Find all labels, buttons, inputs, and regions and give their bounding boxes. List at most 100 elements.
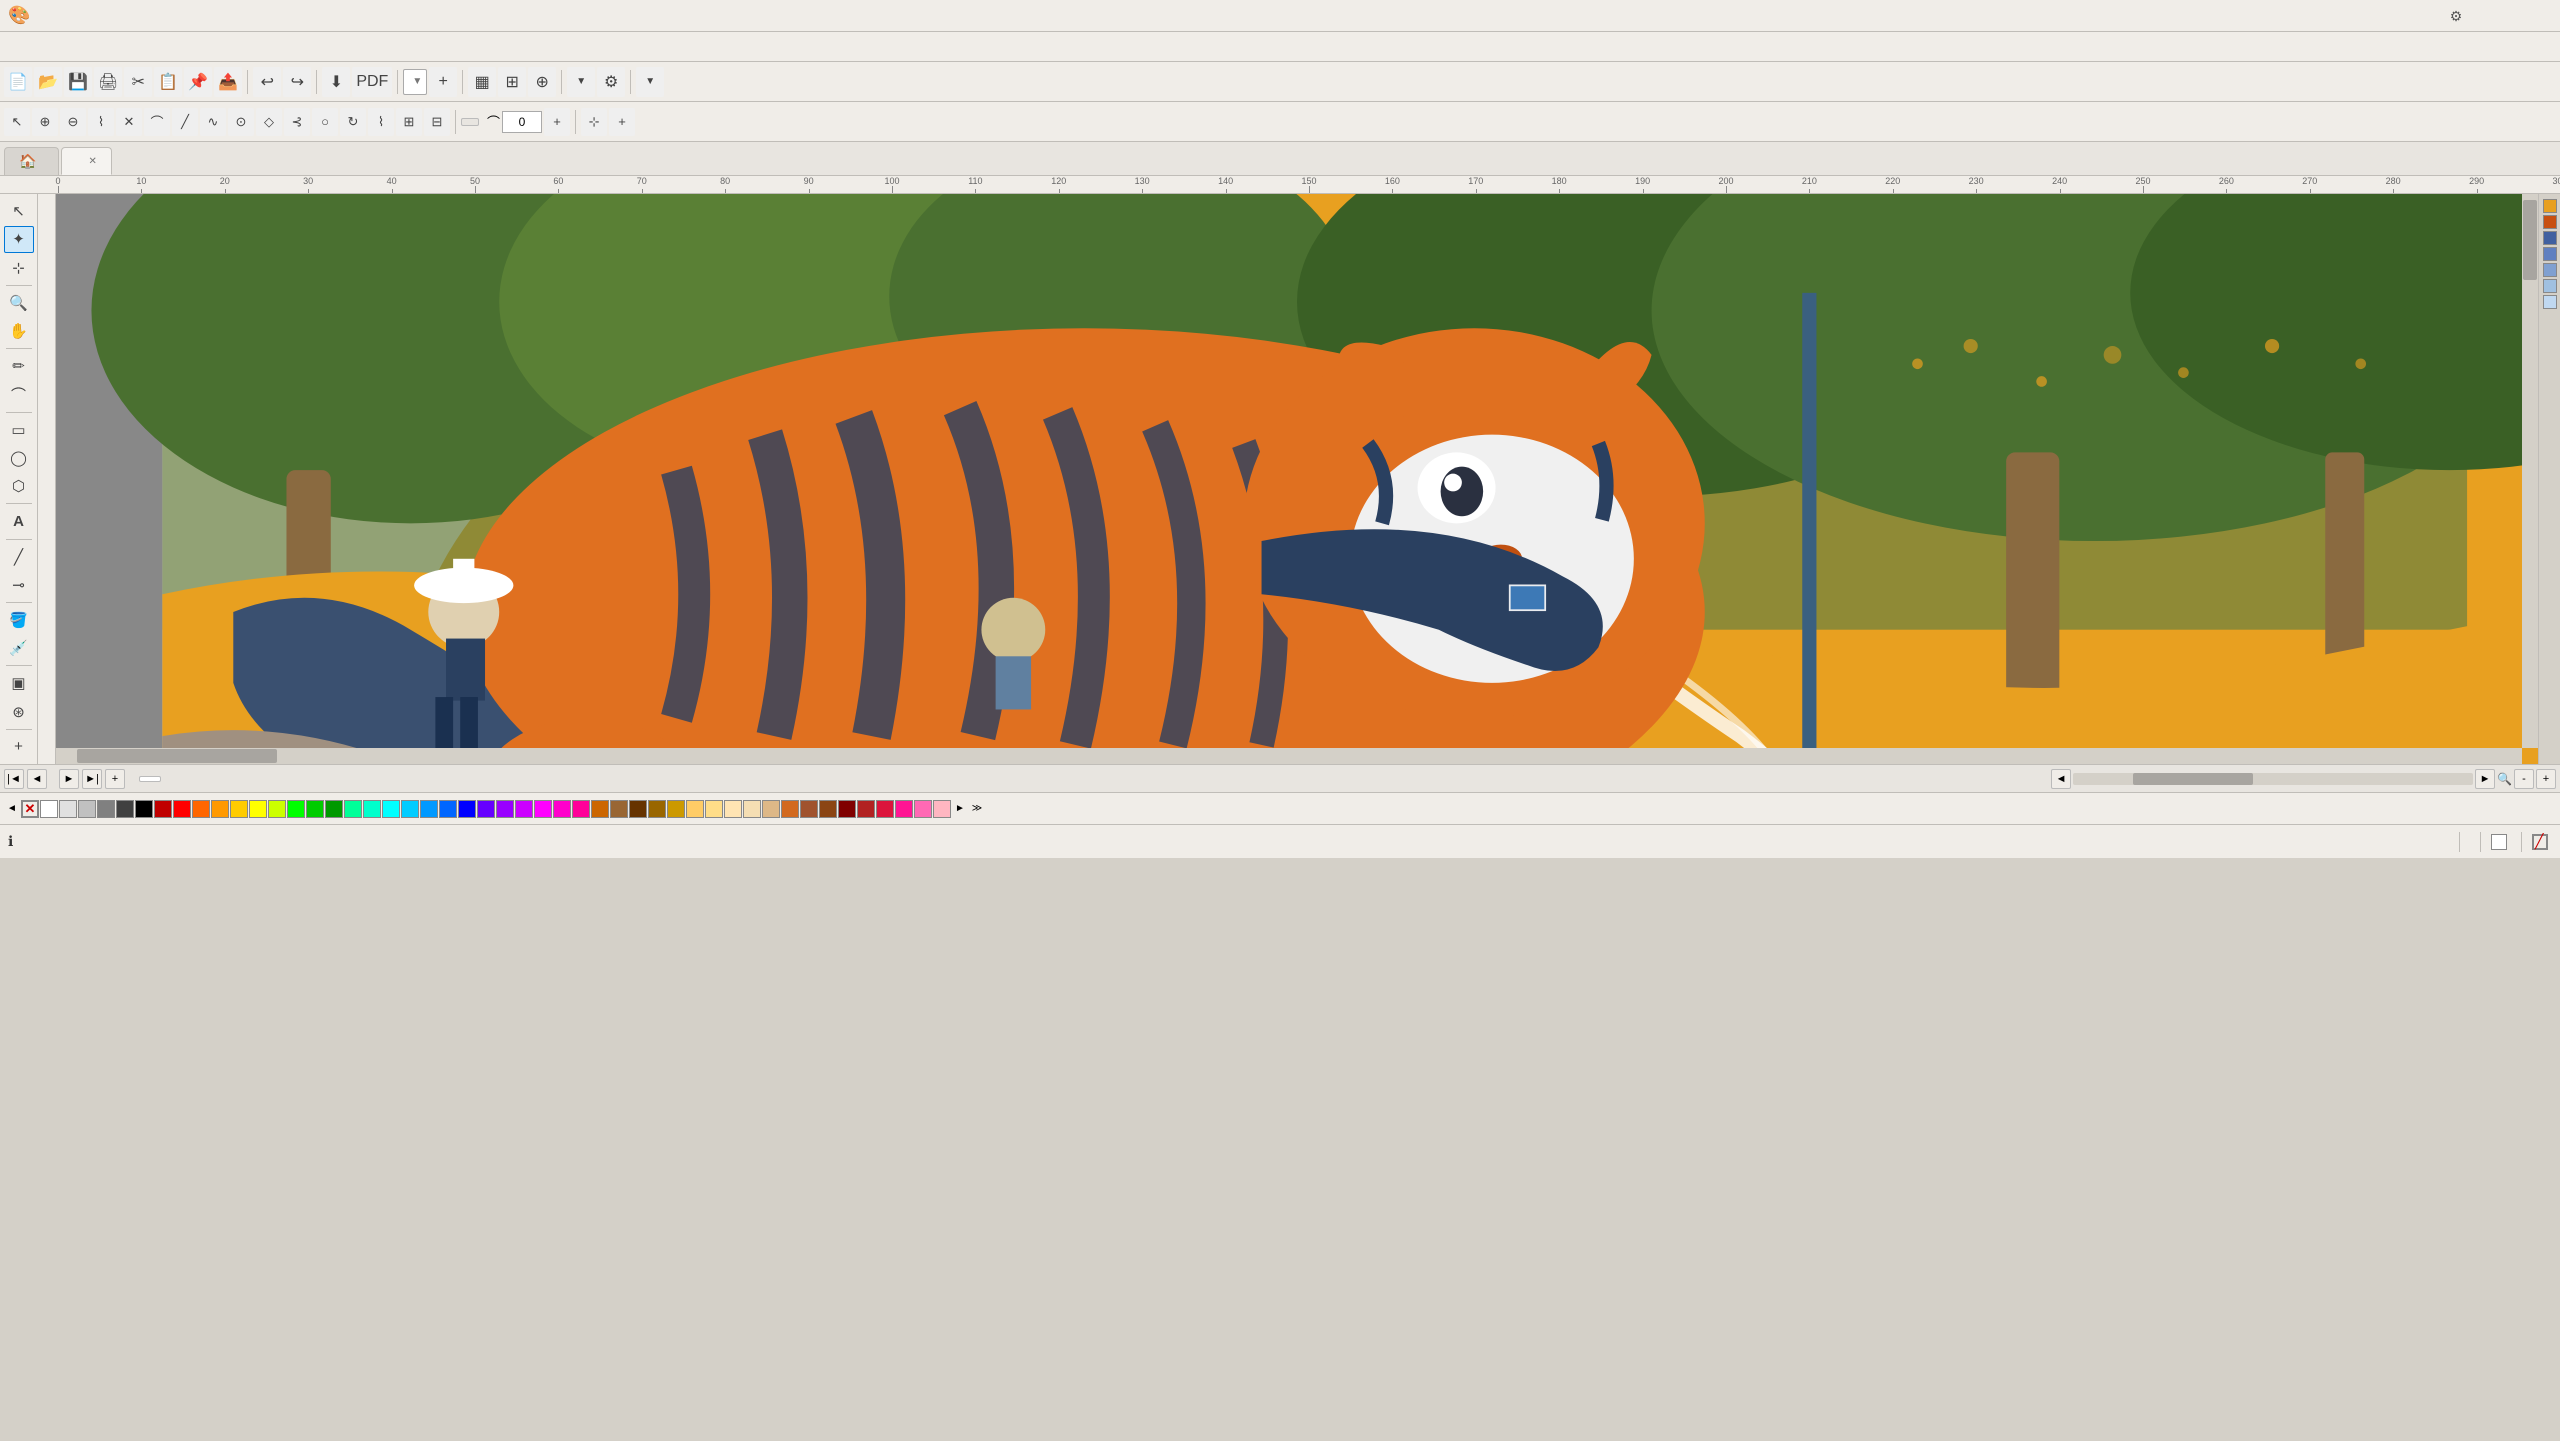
scroll-left-button[interactable]: ◄ (2051, 769, 2071, 789)
settings-button[interactable]: ⚙ (597, 67, 625, 97)
swatch-red-2[interactable] (173, 800, 191, 818)
right-swatch-3[interactable] (2543, 231, 2557, 245)
rectangle-tool-button[interactable]: ▭ (4, 417, 34, 443)
minimize-button[interactable] (2472, 4, 2496, 28)
page-1-tab[interactable] (139, 776, 161, 782)
add-tool-button[interactable]: + (4, 734, 34, 760)
menu-text[interactable] (172, 43, 196, 51)
node-add-button[interactable]: ⊕ (32, 108, 58, 136)
segment-align-button[interactable]: ⊞ (396, 108, 422, 136)
outline-indicator[interactable]: ╱ (2532, 834, 2552, 850)
swatch-black[interactable] (135, 800, 153, 818)
zoom-tool-button[interactable]: 🔍 (4, 290, 34, 316)
paste-button[interactable]: 📌 (184, 67, 212, 97)
node-remove-button[interactable]: ⊖ (60, 108, 86, 136)
swatch-magenta-1[interactable] (534, 800, 552, 818)
extend-curve-button[interactable]: ⌇ (368, 108, 394, 136)
menu-effects[interactable] (124, 43, 148, 51)
swatch-dark-gray[interactable] (116, 800, 134, 818)
new-button[interactable]: 📄 (4, 67, 32, 97)
right-swatch-7[interactable] (2543, 295, 2557, 309)
menu-object[interactable] (100, 43, 124, 51)
no-fill-swatch[interactable]: ✕ (21, 800, 39, 818)
swatch-crimson[interactable] (876, 800, 894, 818)
save-button[interactable]: 💾 (64, 67, 92, 97)
swatch-red-1[interactable] (154, 800, 172, 818)
right-swatch-2[interactable] (2543, 215, 2557, 229)
h-scroll-track[interactable] (2073, 773, 2473, 785)
fill-tool-button[interactable]: 🪣 (4, 607, 34, 633)
swatch-teal-2[interactable] (363, 800, 381, 818)
swatch-saddlebrown[interactable] (819, 800, 837, 818)
horizontal-scrollbar-thumb[interactable] (77, 749, 277, 763)
right-swatch-6[interactable] (2543, 279, 2557, 293)
tab-file[interactable]: ✕ (61, 147, 111, 175)
select-tool-button[interactable]: ↖ (4, 198, 34, 224)
select-all-nodes-button[interactable]: ↖ (4, 108, 30, 136)
palette-scroll-left[interactable]: ◄ (4, 800, 20, 818)
node-cusp-button[interactable]: ◇ (256, 108, 282, 136)
page-next-button[interactable]: ► (59, 769, 79, 789)
reduce-nodes-button[interactable] (461, 118, 479, 126)
menu-table[interactable] (196, 43, 220, 51)
launch-button[interactable]: ▼ (636, 67, 664, 97)
swatch-gold-2[interactable] (667, 800, 685, 818)
cut-button[interactable]: ✂ (124, 67, 152, 97)
swatch-yellow-2[interactable] (249, 800, 267, 818)
swatch-purple-3[interactable] (515, 800, 533, 818)
node-add-mode-button[interactable]: + (609, 108, 635, 136)
transform-tool-button[interactable]: ⊹ (4, 255, 34, 281)
pan-tool-button[interactable]: ✋ (4, 318, 34, 344)
right-swatch-4[interactable] (2543, 247, 2557, 261)
node-curve-button[interactable]: ⌒ (144, 108, 170, 136)
swatch-green-3[interactable] (325, 800, 343, 818)
swatch-blue-2[interactable] (439, 800, 457, 818)
publish-pdf-button[interactable]: PDF (352, 67, 392, 97)
page-prev-button[interactable]: ◄ (27, 769, 47, 789)
close-subpath-button[interactable]: ○ (312, 108, 338, 136)
palette-scroll-right[interactable]: ► (952, 800, 968, 818)
swatch-pink-1[interactable] (572, 800, 590, 818)
swatch-tan-1[interactable] (686, 800, 704, 818)
import-button[interactable]: ⬇ (322, 67, 350, 97)
swatch-yellow-green[interactable] (268, 800, 286, 818)
swatch-light-gray[interactable] (59, 800, 77, 818)
zoom-in-canvas-button[interactable]: + (2536, 769, 2556, 789)
elastic-mode-button[interactable]: ⊹ (581, 108, 607, 136)
vertical-scrollbar-thumb[interactable] (2523, 200, 2537, 280)
menu-help[interactable] (268, 43, 292, 51)
open-button[interactable]: 📂 (34, 67, 62, 97)
node-smooth-button[interactable]: ∿ (200, 108, 226, 136)
zoom-combo[interactable]: ▼ (403, 69, 427, 95)
swatch-gray[interactable] (78, 800, 96, 818)
redo-button[interactable]: ↪ (283, 67, 311, 97)
swatch-brown-2[interactable] (610, 800, 628, 818)
page-add-button[interactable]: + (105, 769, 125, 789)
menu-view[interactable] (52, 43, 76, 51)
swatch-green-1[interactable] (287, 800, 305, 818)
swatch-burlywood[interactable] (762, 800, 780, 818)
swatch-yellow-1[interactable] (230, 800, 248, 818)
node-elastic-button[interactable]: ⊰ (284, 108, 310, 136)
swatch-blue-1[interactable] (420, 800, 438, 818)
swatch-brown-3[interactable] (629, 800, 647, 818)
print-button[interactable]: 🖨 (94, 67, 122, 97)
swatch-wheat[interactable] (743, 800, 761, 818)
shadow-tool-button[interactable]: ▣ (4, 670, 34, 696)
bezier-tool-button[interactable]: ⌒ (4, 381, 34, 407)
right-swatch-5[interactable] (2543, 263, 2557, 277)
eyedropper-tool-button[interactable]: 💉 (4, 635, 34, 661)
swatch-purple-2[interactable] (496, 800, 514, 818)
swatch-maroon[interactable] (838, 800, 856, 818)
menu-tools[interactable] (220, 43, 244, 51)
swatch-cyan-2[interactable] (401, 800, 419, 818)
swatch-firebrick[interactable] (857, 800, 875, 818)
swatch-orange-1[interactable] (192, 800, 210, 818)
swatch-magenta-2[interactable] (553, 800, 571, 818)
node-line-button[interactable]: ╱ (172, 108, 198, 136)
swatch-mid-gray[interactable] (97, 800, 115, 818)
tab-close-icon[interactable]: ✕ (88, 156, 96, 167)
copy-button[interactable]: 📋 (154, 67, 182, 97)
swatch-orange-2[interactable] (211, 800, 229, 818)
swatch-tan-2[interactable] (705, 800, 723, 818)
